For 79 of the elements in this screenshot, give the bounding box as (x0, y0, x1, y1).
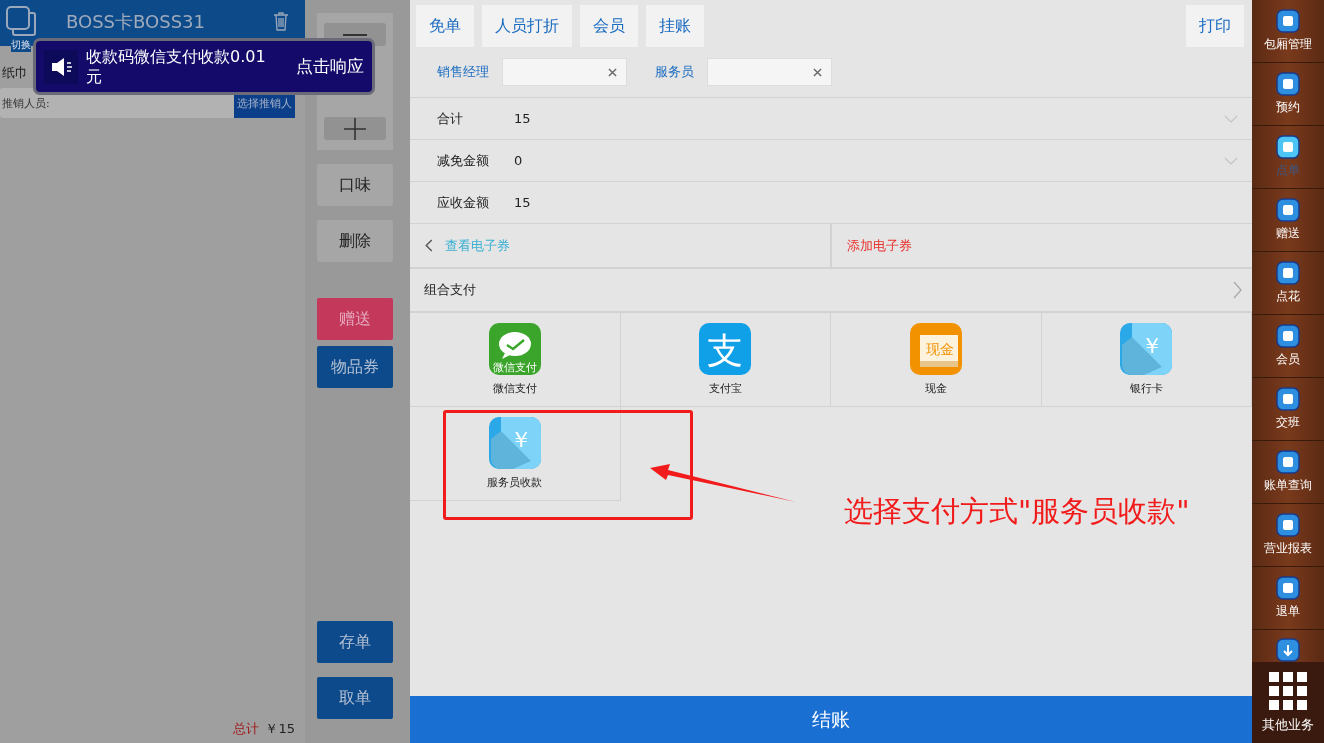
menu-tile-icon (1276, 261, 1300, 285)
toast-message: 收款码微信支付收款0.01元 (86, 46, 267, 87)
action-button[interactable]: 存单 (317, 621, 393, 663)
total-label: 总计 (233, 720, 260, 738)
more-business-button[interactable]: 其他业务 (1252, 662, 1324, 743)
menu-tile-icon (1276, 387, 1300, 411)
action-button[interactable]: 取单 (317, 677, 393, 719)
alipay-icon: 支 (699, 323, 752, 375)
combined-payment-label: 组合支付 (424, 281, 476, 299)
input-field[interactable] (502, 58, 627, 86)
toolbar-button[interactable]: 会员 (580, 5, 638, 47)
plus-button[interactable] (324, 117, 386, 140)
chat-bubble-icon: 微信支付 (488, 323, 541, 375)
payment-tile[interactable]: 支 支付宝 (620, 313, 831, 407)
nav-item[interactable]: 预约 (1252, 63, 1324, 126)
payment-label: 服务员收款 (487, 475, 543, 490)
nav-item[interactable]: 交班 (1252, 378, 1324, 441)
toolbar-button[interactable]: 挂账 (646, 5, 704, 47)
checkout-button[interactable]: 结账 (410, 696, 1252, 743)
summary-value: 15 (514, 111, 531, 126)
action-button[interactable]: 口味 (317, 164, 393, 206)
copy-icon[interactable] (6, 6, 36, 36)
field-label: 销售经理 (437, 63, 489, 81)
cash-icon: 现金 (909, 323, 962, 375)
toast-action[interactable]: 点击响应 (296, 55, 364, 78)
order-title: BOSS卡BOSS31 (65, 10, 206, 34)
menu-tile-icon (1276, 135, 1300, 159)
action-button[interactable]: 删除 (317, 220, 393, 262)
nav-item[interactable]: 包厢管理 (1252, 0, 1324, 63)
payment-tile[interactable]: 现金 现金 (831, 313, 1042, 407)
payment-label: 微信支付 (492, 381, 537, 396)
annotation-text: 选择支付方式"服务员收款" (844, 493, 1190, 530)
payment-tile[interactable]: ￥ 服务员收款 (410, 407, 621, 501)
plus-icon (344, 117, 366, 140)
payment-label: 现金 (924, 381, 947, 396)
menu-tile-icon (1276, 9, 1300, 33)
notification-toast[interactable]: 收款码微信支付收款0.01元 点击响应 (33, 38, 375, 95)
total-value: ￥15 (265, 720, 295, 738)
nav-item[interactable]: 赠送 (1252, 189, 1324, 252)
nav-item[interactable]: 营业报表 (1252, 504, 1324, 567)
menu-tile-icon (1276, 450, 1300, 474)
yen-icon: ￥ (1120, 323, 1173, 375)
summary-label: 应收金额 (437, 193, 490, 212)
nav-item[interactable]: 退单 (1252, 567, 1324, 630)
menu-tile-icon (1276, 324, 1300, 348)
input-field[interactable] (707, 58, 832, 86)
menu-tile-icon (1276, 72, 1300, 96)
grid-icon (1269, 671, 1307, 710)
toolbar-button[interactable]: 免单 (416, 5, 474, 47)
payment-tile[interactable]: ￥ 银行卡 (1041, 313, 1252, 407)
minus-icon (343, 33, 367, 36)
clear-icon[interactable] (813, 67, 822, 77)
payment-label: 银行卡 (1129, 381, 1163, 396)
summary-value: 0 (514, 153, 523, 168)
print-button[interactable]: 打印 (1186, 5, 1244, 47)
field-label: 服务员 (655, 63, 694, 81)
menu-tile-icon[interactable] (1276, 638, 1300, 662)
menu-tile-icon (1276, 198, 1300, 222)
payment-label: 支付宝 (708, 381, 742, 396)
payment-tile[interactable]: 微信支付 微信支付 (410, 313, 621, 407)
megaphone-icon (44, 49, 78, 84)
item-label: 纸巾 (2, 65, 28, 80)
summary-label: 减免金额 (437, 151, 490, 170)
menu-tile-icon (1276, 513, 1300, 537)
menu-tile-icon (1276, 576, 1300, 600)
combined-payment-row[interactable]: 组合支付 (410, 269, 1252, 313)
summary-label: 合计 (437, 109, 464, 128)
action-button[interactable]: 物品券 (317, 346, 393, 388)
toolbar-button[interactable]: 人员打折 (482, 5, 572, 47)
nav-item[interactable]: 会员 (1252, 315, 1324, 378)
trash-icon[interactable] (273, 11, 289, 31)
nav-item[interactable]: 点花 (1252, 252, 1324, 315)
summary-value: 15 (514, 195, 531, 210)
promoter-label: 推销人员: (2, 95, 50, 111)
clear-icon[interactable] (608, 67, 617, 77)
nav-item[interactable]: 账单查询 (1252, 441, 1324, 504)
yen-icon: ￥ (488, 417, 541, 469)
switch-label: 切换 (11, 38, 31, 52)
chevron-left-icon[interactable] (425, 239, 433, 252)
